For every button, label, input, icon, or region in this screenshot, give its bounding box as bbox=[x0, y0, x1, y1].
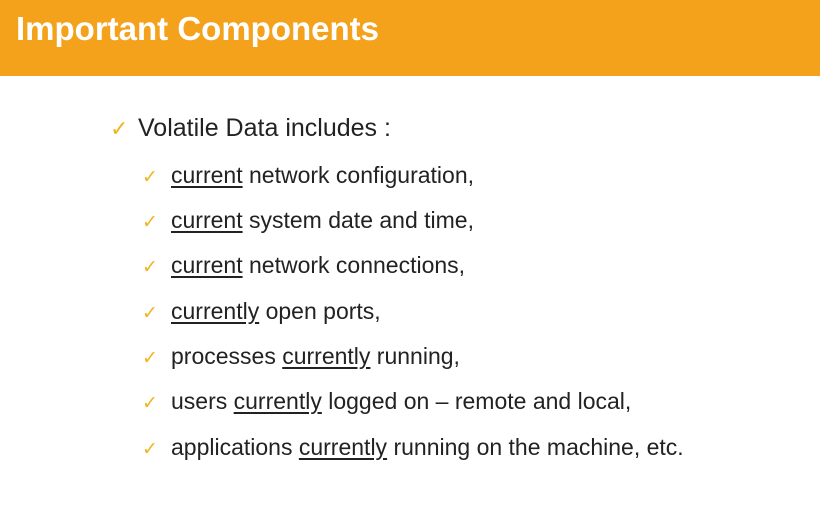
list-item: ✓ current network connections, bbox=[142, 250, 465, 282]
check-icon: ✓ bbox=[142, 256, 158, 278]
check-icon: ✓ bbox=[142, 392, 158, 414]
list-item: ✓ current system date and time, bbox=[142, 205, 474, 237]
item-underlined: current bbox=[171, 252, 243, 278]
item-underlined: currently bbox=[282, 343, 371, 369]
check-icon: ✓ bbox=[110, 117, 129, 142]
item-post: running, bbox=[370, 343, 460, 369]
item-underlined: current bbox=[171, 162, 243, 188]
item-underlined: currently bbox=[171, 298, 260, 324]
item-post: system date and time, bbox=[242, 207, 474, 233]
check-icon: ✓ bbox=[142, 166, 158, 188]
slide: Important Components ✓ Volatile Data incl… bbox=[0, 0, 820, 506]
list-item: ✓ users currently logged on – remote and … bbox=[142, 386, 631, 418]
check-icon: ✓ bbox=[142, 302, 158, 324]
item-pre: processes bbox=[171, 343, 283, 369]
list-item: ✓ current network configuration, bbox=[142, 160, 474, 192]
item-pre: users bbox=[171, 388, 234, 414]
item-post: network connections, bbox=[242, 252, 466, 278]
item-underlined: current bbox=[171, 207, 243, 233]
item-post: logged on – remote and local, bbox=[321, 388, 632, 414]
check-icon: ✓ bbox=[142, 347, 158, 369]
list-item: ✓ processes currently running, bbox=[142, 341, 460, 373]
item-post: open ports, bbox=[259, 298, 381, 324]
list-heading: ✓ Volatile Data includes : bbox=[110, 113, 391, 145]
item-post: running on the machine, etc. bbox=[387, 434, 684, 460]
check-icon: ✓ bbox=[142, 438, 158, 460]
item-post: network configuration, bbox=[242, 162, 474, 188]
list-item: ✓ currently open ports, bbox=[142, 296, 381, 328]
item-underlined: currently bbox=[298, 434, 388, 460]
item-pre: applications bbox=[171, 434, 299, 460]
heading-text: Volatile Data includes : bbox=[138, 114, 391, 142]
check-icon: ✓ bbox=[142, 211, 158, 233]
content-area: ✓ Volatile Data includes : ✓ current netwo… bbox=[0, 0, 820, 506]
item-underlined: currently bbox=[233, 388, 322, 414]
list-item: ✓ applications currently running on the m… bbox=[142, 432, 684, 464]
